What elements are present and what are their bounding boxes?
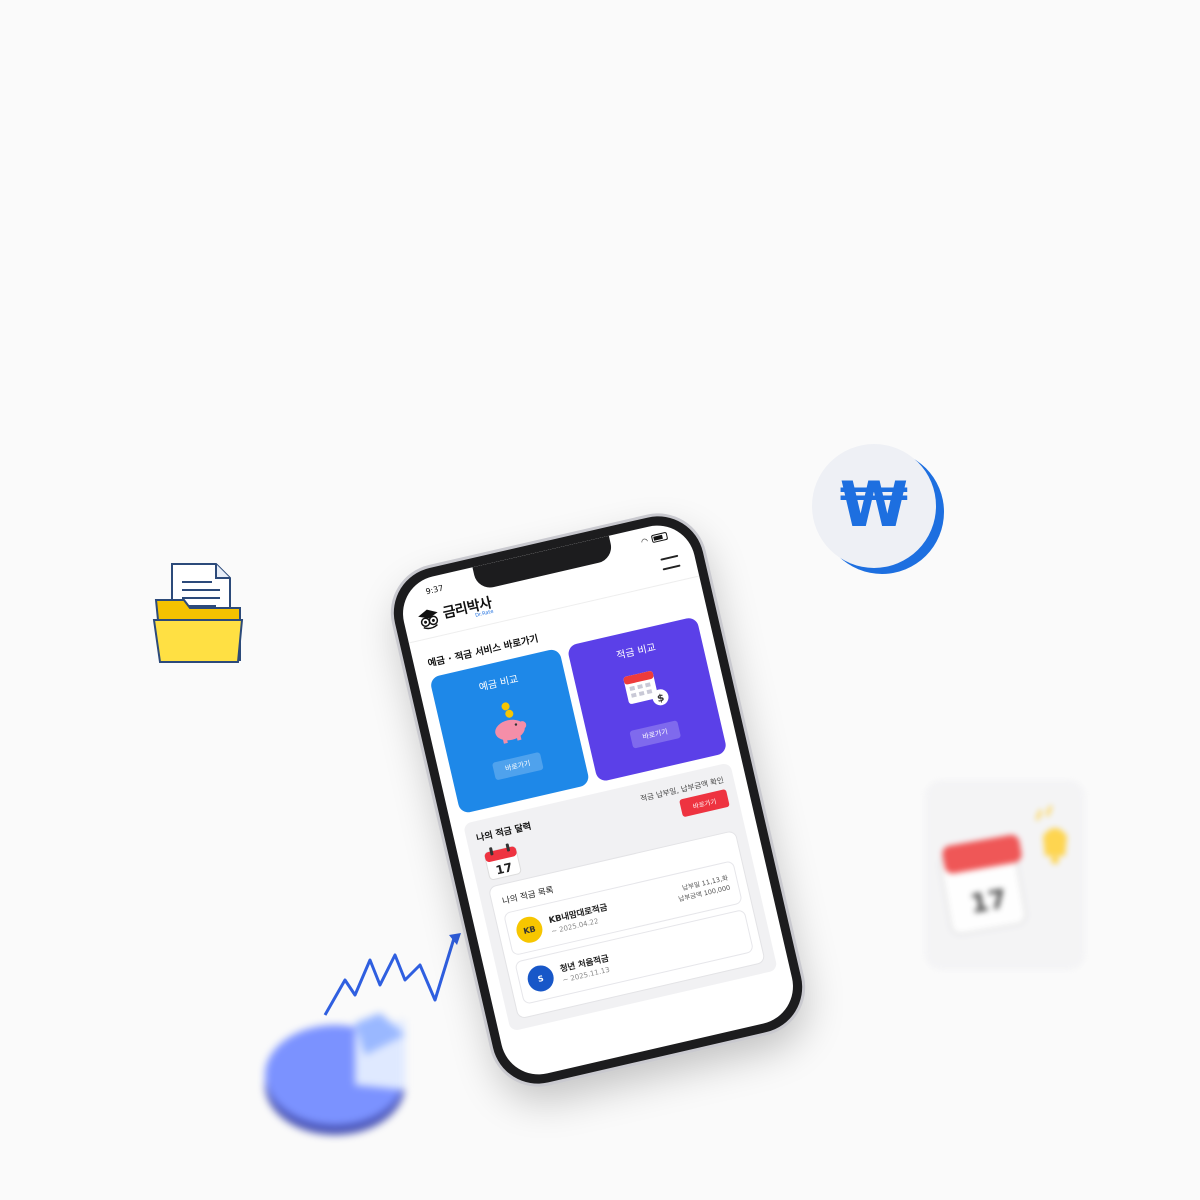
calendar-icon: 17 [484,843,522,880]
status-time: 9:37 [424,582,445,596]
won-symbol: ₩ [840,468,908,541]
calendar-go-button[interactable]: 바로가기 [679,788,730,818]
deposit-card-title: 예금 비교 [478,673,520,694]
calendar-day: 17 [968,884,1009,920]
folder-document-icon [152,563,244,663]
phone-mockup: 9:37 ◠ 금리박사 Dr.Rate 예금 · 적금 서비스 바로가기 예금 … [384,507,812,1093]
deposit-compare-card[interactable]: 예금 비교 바로가기 [429,647,591,815]
savings-compare-card[interactable]: 적금 비교 $ 바로가기 [566,616,728,783]
status-icons: ◠ [640,531,669,547]
owl-graduate-icon [418,609,439,629]
savings-go-button[interactable]: 바로가기 [628,720,682,749]
hamburger-menu-icon[interactable] [660,554,681,571]
deposit-go-button[interactable]: 바로가기 [491,751,545,781]
wifi-icon: ◠ [640,535,649,547]
calendar-bell-icon: 17 [925,780,1085,970]
main-content: 예금 · 적금 서비스 바로가기 예금 비교 바로가기 적금 비교 $ 바로가기… [409,576,790,1034]
won-coin-icon: ₩ [812,444,944,574]
app-screen: 9:37 ◠ 금리박사 Dr.Rate 예금 · 적금 서비스 바로가기 예금 … [395,518,801,1082]
phone-frame: 9:37 ◠ 금리박사 Dr.Rate 예금 · 적금 서비스 바로가기 예금 … [384,507,812,1093]
pie-chart-icon [265,1013,405,1135]
shinhan-bank-logo: S [525,962,557,995]
piggy-bank-icon [494,702,526,744]
kb-bank-logo: KB [513,914,546,946]
savings-card-title: 적금 비교 [615,642,657,662]
battery-icon [650,531,669,544]
calendar-money-icon: $ [623,671,669,706]
